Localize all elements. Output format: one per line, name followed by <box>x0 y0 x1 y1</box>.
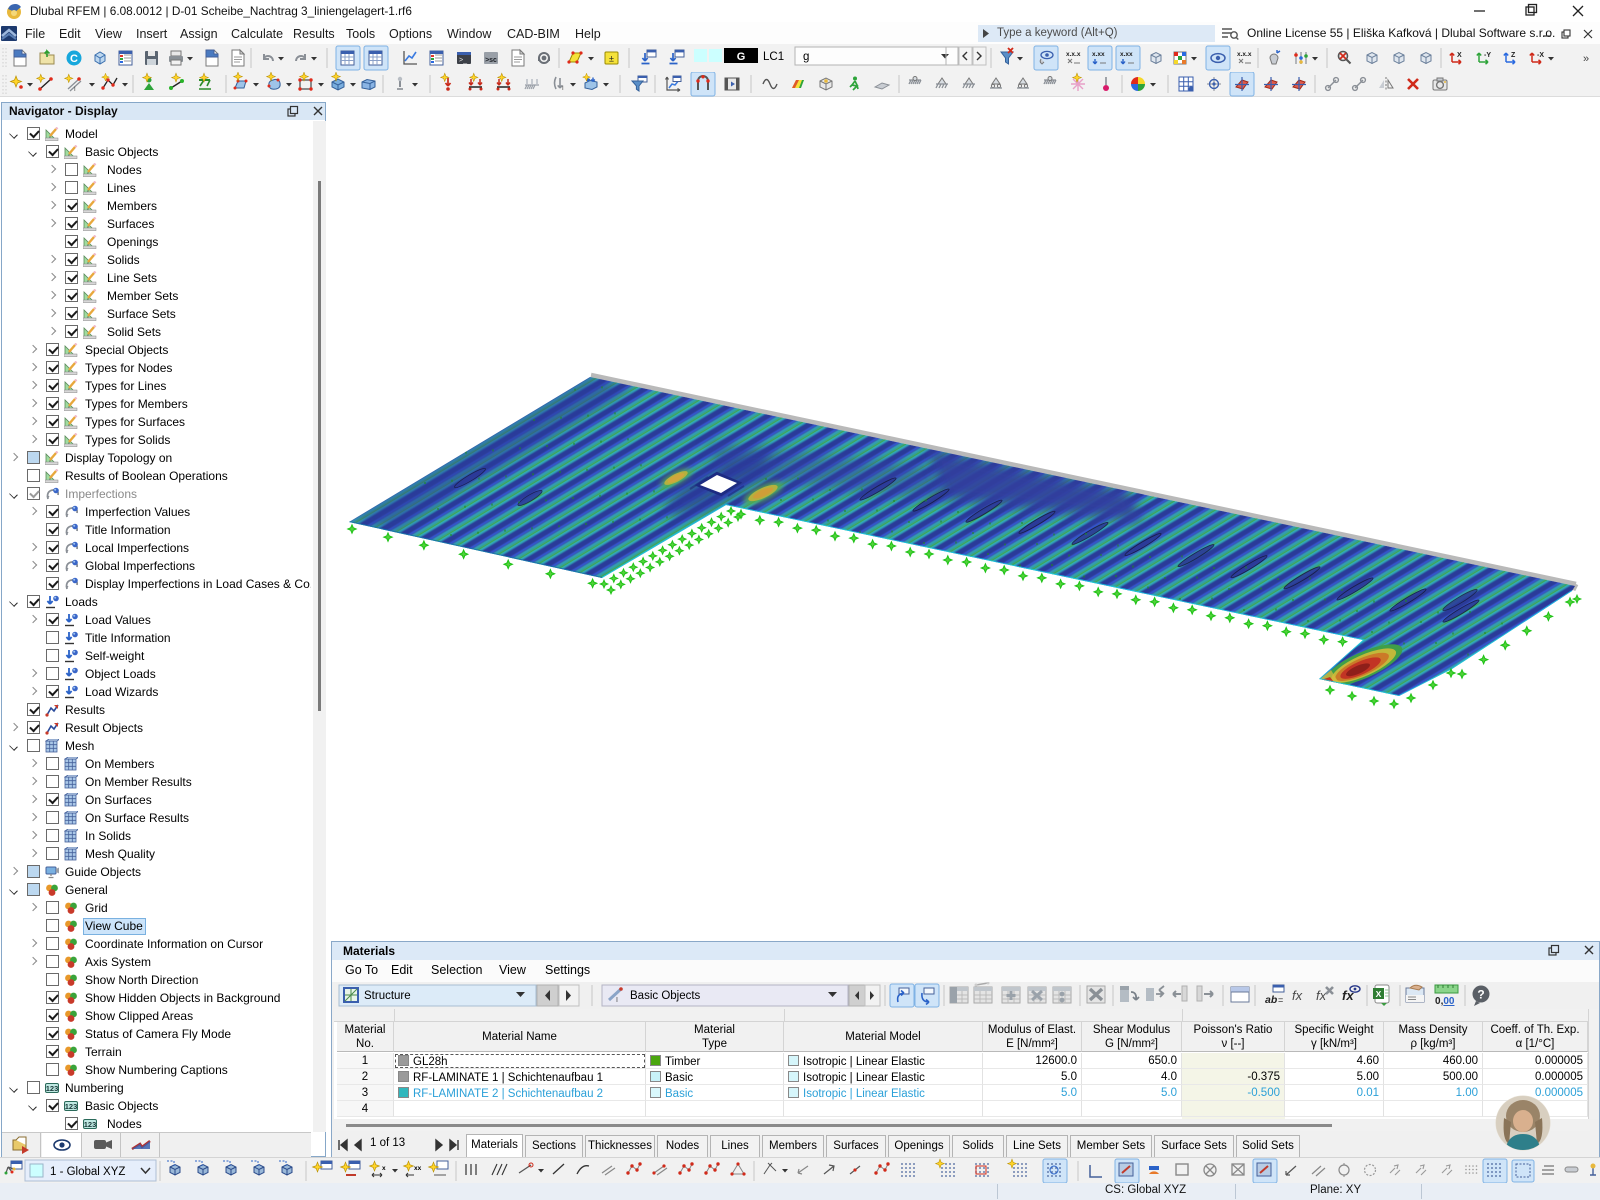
svg-text:-X: -X <box>1537 52 1544 59</box>
svg-text:X: X <box>1457 52 1462 59</box>
svg-text:LC1: LC1 <box>763 51 784 63</box>
svg-text:»: » <box>1583 53 1589 65</box>
svg-text:fx: fx <box>1342 988 1354 1003</box>
svg-text:Z: Z <box>1511 52 1516 59</box>
svg-text:1 - Global XYZ: 1 - Global XYZ <box>50 1166 125 1178</box>
svg-text:=: = <box>1278 995 1283 1005</box>
svg-text:X: X <box>1376 989 1382 999</box>
svg-text:fx: fx <box>1292 988 1303 1003</box>
svg-text:-Y: -Y <box>1484 52 1491 59</box>
svg-text:xx: xx <box>414 1165 422 1172</box>
svg-text:0,00: 0,00 <box>1435 996 1455 1007</box>
svg-text:?: ? <box>1477 988 1484 1002</box>
svg-text:I: I <box>616 997 618 1004</box>
svg-text:Basic Objects: Basic Objects <box>630 990 701 1002</box>
svg-text:I: I <box>74 87 76 93</box>
svg-text:g: g <box>803 51 809 63</box>
svg-text:ab: ab <box>1265 994 1278 1006</box>
svg-text:G: G <box>737 51 746 63</box>
svg-text:fx: fx <box>1316 988 1327 1003</box>
svg-text:x: x <box>382 1165 386 1172</box>
svg-text:Structure: Structure <box>364 990 411 1002</box>
